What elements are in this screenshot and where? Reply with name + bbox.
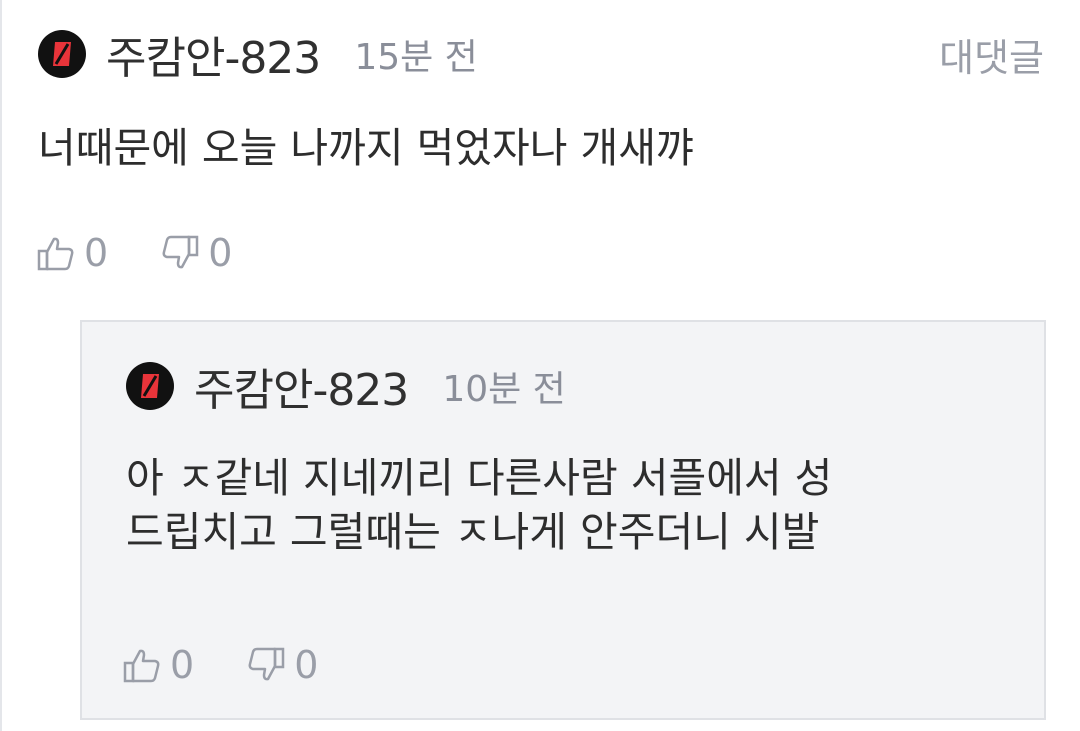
thumbs-up-icon bbox=[123, 649, 160, 683]
like-count: 0 bbox=[170, 643, 195, 687]
timestamp: 10분 전 bbox=[442, 369, 566, 410]
dislike-count: 0 bbox=[294, 643, 319, 687]
logo-icon bbox=[141, 374, 159, 398]
reply-comment: 주캄안-823 10분 전 아 ㅈ같네 지네끼리 다른사람 서플에서 성 드립치… bbox=[80, 320, 1046, 720]
like-count: 0 bbox=[84, 231, 109, 275]
comment-text: 너때문에 오늘 나까지 먹었자나 개새꺄 bbox=[38, 124, 694, 172]
thumbs-down-icon bbox=[162, 235, 199, 269]
thumbs-down-icon bbox=[248, 647, 285, 681]
logo-icon bbox=[53, 42, 71, 66]
thumbs-up-icon bbox=[37, 237, 74, 271]
dislike-button[interactable]: 0 bbox=[246, 643, 318, 687]
dislike-count: 0 bbox=[208, 231, 233, 275]
username[interactable]: 주캄안-823 bbox=[106, 22, 321, 86]
reply-header: 주캄안-823 10분 전 bbox=[126, 360, 1014, 416]
avatar[interactable] bbox=[38, 30, 86, 78]
reply-text-line: 드립치고 그럴때는 ㅈ나게 안주더니 시발 bbox=[126, 508, 820, 556]
comment-votes: 0 0 bbox=[36, 228, 232, 278]
like-button[interactable]: 0 bbox=[122, 643, 194, 687]
reply-votes: 0 0 bbox=[122, 640, 318, 690]
dislike-button[interactable]: 0 bbox=[160, 231, 232, 275]
username[interactable]: 주캄안-823 bbox=[194, 354, 409, 418]
reply-text: 아 ㅈ같네 지네끼리 다른사람 서플에서 성 드립치고 그럴때는 ㅈ나게 안주더… bbox=[126, 450, 1014, 560]
reply-text-line: 아 ㅈ같네 지네끼리 다른사람 서플에서 성 bbox=[126, 454, 833, 502]
timestamp: 15분 전 bbox=[354, 37, 478, 78]
like-button[interactable]: 0 bbox=[36, 231, 108, 275]
avatar[interactable] bbox=[126, 362, 174, 410]
comment-header: 주캄안-823 15분 전 대댓글 bbox=[38, 27, 1044, 84]
reply-button[interactable]: 대댓글 bbox=[939, 27, 1044, 82]
comment-thread: 주캄안-823 15분 전 대댓글 너때문에 오늘 나까지 먹었자나 개새꺄 0… bbox=[0, 0, 1080, 731]
